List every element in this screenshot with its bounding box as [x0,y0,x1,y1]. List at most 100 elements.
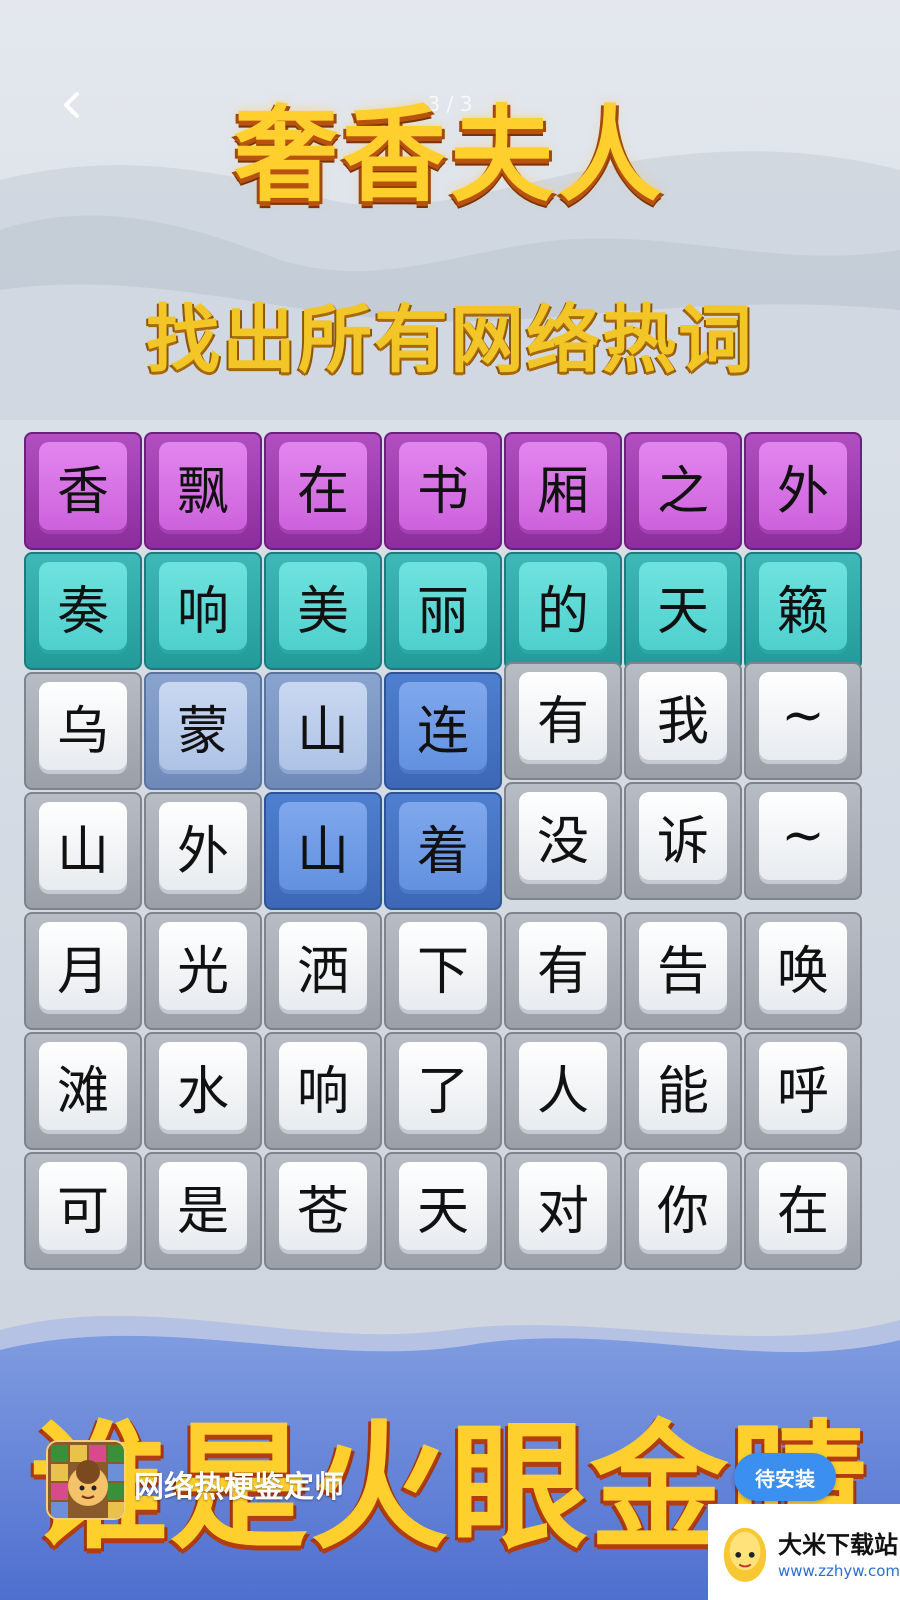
tile-r1-c2[interactable]: 飘 [144,432,262,550]
tile-r6-c4[interactable]: 了 [384,1032,502,1150]
tile-r2-c1[interactable]: 奏 [24,552,142,670]
tile-character: 连 [399,682,487,770]
tile-character: 是 [159,1162,247,1250]
tile-r3-c1[interactable]: 乌 [24,672,142,790]
tile-character: 天 [399,1162,487,1250]
tile-r4-c4[interactable]: 着 [384,792,502,910]
tile-r7-c1[interactable]: 可 [24,1152,142,1270]
tile-r6-c5[interactable]: 人 [504,1032,622,1150]
tile-character: 了 [399,1042,487,1130]
tile-character: 响 [159,562,247,650]
app-icon-art [48,1442,124,1518]
tile-character: 在 [759,1162,847,1250]
tile-character: 光 [159,922,247,1010]
tile-r5-c2[interactable]: 光 [144,912,262,1030]
tile-character: 唤 [759,922,847,1010]
app-icon[interactable] [46,1440,126,1520]
tile-r1-c3[interactable]: 在 [264,432,382,550]
tile-r6-c3[interactable]: 响 [264,1032,382,1150]
tile-character: 能 [639,1042,727,1130]
tile-character: 外 [159,802,247,890]
tile-r2-c6[interactable]: 天 [624,552,742,670]
tile-character: 飘 [159,442,247,530]
tile-r6-c7[interactable]: 呼 [744,1032,862,1150]
tile-r2-c4[interactable]: 丽 [384,552,502,670]
watermark-url: www.zzhyw.com [777,1561,900,1580]
tile-character: 厢 [519,442,607,530]
tile-character: ~ [759,792,847,880]
tile-character: 人 [519,1042,607,1130]
tile-character: 苍 [279,1162,367,1250]
tile-character: ~ [759,672,847,760]
tile-r3-c4[interactable]: 连 [384,672,502,790]
tile-r7-c3[interactable]: 苍 [264,1152,382,1270]
tile-character: 没 [519,792,607,880]
tile-r5-c5[interactable]: 有 [504,912,622,1030]
tile-character: 对 [519,1162,607,1250]
tile-r5-c1[interactable]: 月 [24,912,142,1030]
tile-character: 有 [519,922,607,1010]
tile-r1-c5[interactable]: 厢 [504,432,622,550]
tile-r1-c6[interactable]: 之 [624,432,742,550]
tile-r5-c4[interactable]: 下 [384,912,502,1030]
tile-r5-c6[interactable]: 告 [624,912,742,1030]
tile-character: 丽 [399,562,487,650]
install-button[interactable]: 待安装 [734,1453,836,1501]
tile-character: 山 [279,802,367,890]
tile-character: 下 [399,922,487,1010]
tile-character: 洒 [279,922,367,1010]
tile-r7-c4[interactable]: 天 [384,1152,502,1270]
tile-r1-c1[interactable]: 香 [24,432,142,550]
tile-r5-c3[interactable]: 洒 [264,912,382,1030]
tile-r3-c7[interactable]: ~ [744,662,862,780]
tile-r2-c7[interactable]: 籁 [744,552,862,670]
tile-r4-c3[interactable]: 山 [264,792,382,910]
tile-character: 美 [279,562,367,650]
tile-character: 你 [639,1162,727,1250]
tile-r6-c6[interactable]: 能 [624,1032,742,1150]
tile-r2-c3[interactable]: 美 [264,552,382,670]
tile-r4-c1[interactable]: 山 [24,792,142,910]
tile-r2-c2[interactable]: 响 [144,552,262,670]
tile-character: 呼 [759,1042,847,1130]
tile-character: 乌 [39,682,127,770]
tile-r1-c4[interactable]: 书 [384,432,502,550]
tile-character: 在 [279,442,367,530]
tile-character: 滩 [39,1042,127,1130]
tile-r4-c5[interactable]: 没 [504,782,622,900]
tile-r1-c7[interactable]: 外 [744,432,862,550]
tile-r3-c3[interactable]: 山 [264,672,382,790]
tile-character: 山 [39,802,127,890]
app-name: 网络热梗鉴定师 [134,1470,344,1505]
tile-character: 告 [639,922,727,1010]
tile-r4-c6[interactable]: 诉 [624,782,742,900]
tile-r4-c2[interactable]: 外 [144,792,262,910]
tile-r3-c2[interactable]: 蒙 [144,672,262,790]
tile-r5-c7[interactable]: 唤 [744,912,862,1030]
tile-character: 山 [279,682,367,770]
tile-r7-c7[interactable]: 在 [744,1152,862,1270]
tile-r6-c1[interactable]: 滩 [24,1032,142,1150]
site-watermark: 大米下载站 www.zzhyw.com [708,1504,900,1600]
tile-character: 月 [39,922,127,1010]
tile-r7-c6[interactable]: 你 [624,1152,742,1270]
tile-r7-c5[interactable]: 对 [504,1152,622,1270]
tile-character: 可 [39,1162,127,1250]
tile-character: 奏 [39,562,127,650]
watermark-title: 大米下载站 [777,1530,898,1559]
tile-r3-c5[interactable]: 有 [504,662,622,780]
instruction-subtitle: 找出所有网络热词 [146,297,754,383]
tile-character: 响 [279,1042,367,1130]
tile-character: 我 [639,672,727,760]
tile-character: 水 [159,1042,247,1130]
tile-character: 有 [519,672,607,760]
tile-r4-c7[interactable]: ~ [744,782,862,900]
tile-character: 书 [399,442,487,530]
tile-character: 外 [759,442,847,530]
tile-r3-c6[interactable]: 我 [624,662,742,780]
tile-r2-c5[interactable]: 的 [504,552,622,670]
egg-logo-icon [723,1527,767,1582]
tile-r7-c2[interactable]: 是 [144,1152,262,1270]
tile-r6-c2[interactable]: 水 [144,1032,262,1150]
character-board: 香飘在书厢之外奏响美丽的天籁乌蒙山连有我 ~ 山外山着没诉 ~ 月光洒下有告唤滩水响了人… [24,432,880,1280]
